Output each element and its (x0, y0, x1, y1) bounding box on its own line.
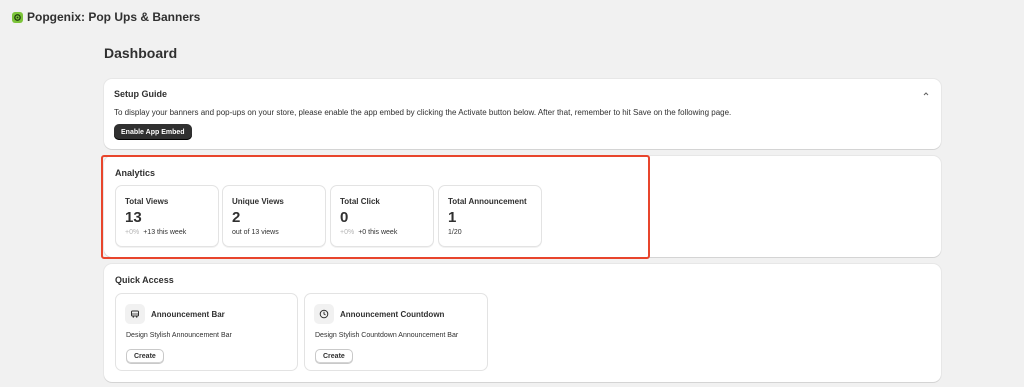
page-title: Dashboard (104, 45, 178, 61)
stat-value: 0 (340, 209, 349, 226)
stat-note: +0% +13 this week (125, 229, 186, 236)
quick-access-item-description: Design Stylish Announcement Bar (126, 332, 232, 339)
quick-access-item-title: Announcement Bar (151, 310, 225, 319)
stat-note-text: +13 this week (143, 229, 187, 236)
stat-label: Total Views (125, 197, 169, 206)
popgenix-logo-icon (12, 11, 23, 23)
app-title: Popgenix: Pop Ups & Banners (27, 10, 201, 24)
create-announcement-countdown-button[interactable]: Create (315, 349, 353, 364)
stat-value: 13 (125, 209, 142, 226)
stat-note: +0% +0 this week (340, 229, 397, 236)
stat-note: out of 13 views (232, 229, 279, 236)
clock-icon (314, 304, 334, 324)
stat-total-announcement: Total Announcement 1 1/20 (438, 185, 542, 247)
stat-change: +0% (125, 229, 140, 236)
setup-guide-title: Setup Guide (114, 89, 168, 99)
stat-value: 2 (232, 209, 241, 226)
setup-guide-card: Setup Guide To display your banners and … (104, 79, 941, 149)
quick-access-title: Quick Access (115, 275, 174, 285)
quick-access-announcement-bar: Announcement Bar Design Stylish Announce… (115, 293, 298, 371)
quick-access-item-description: Design Stylish Countdown Announcement Ba… (315, 332, 459, 339)
stat-note-text: +0 this week (358, 229, 398, 236)
stat-total-views: Total Views 13 +0% +13 this week (115, 185, 219, 247)
quick-access-item-title: Announcement Countdown (340, 310, 445, 319)
chevron-up-icon[interactable] (921, 89, 931, 99)
stat-change: +0% (340, 229, 355, 236)
app-header: Popgenix: Pop Ups & Banners (0, 0, 1024, 34)
create-announcement-bar-button[interactable]: Create (126, 349, 164, 364)
stat-value: 1 (448, 209, 457, 226)
analytics-title: Analytics (115, 168, 156, 178)
stat-note: 1/20 (448, 229, 462, 236)
stat-label: Total Announcement (448, 197, 527, 206)
stat-unique-views: Unique Views 2 out of 13 views (222, 185, 326, 247)
stat-total-click: Total Click 0 +0% +0 this week (330, 185, 434, 247)
stat-label: Unique Views (232, 197, 284, 206)
announcement-bar-icon (125, 304, 145, 324)
enable-app-embed-button[interactable]: Enable App Embed (114, 124, 192, 140)
quick-access-announcement-countdown: Announcement Countdown Design Stylish Co… (304, 293, 488, 371)
stat-label: Total Click (340, 197, 380, 206)
setup-guide-description: To display your banners and pop-ups on y… (114, 108, 732, 117)
